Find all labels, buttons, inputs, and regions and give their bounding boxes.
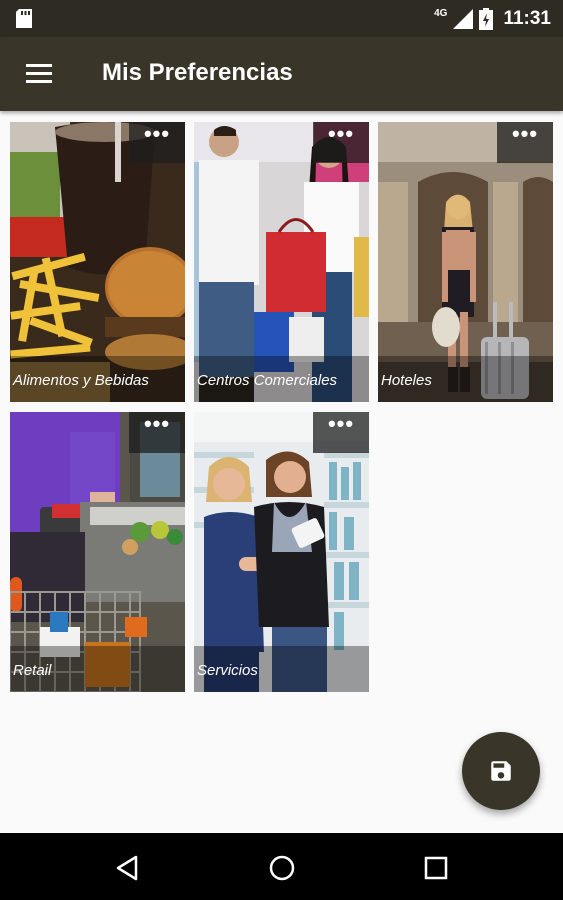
tile-label: Alimentos y Bebidas — [13, 372, 149, 389]
more-options-button[interactable]: ••• — [129, 122, 185, 163]
more-options-button[interactable]: ••• — [313, 412, 369, 453]
network-type-label: 4G — [434, 8, 448, 19]
save-button[interactable] — [462, 732, 540, 810]
nav-home-button[interactable] — [267, 853, 297, 883]
tile-label: Centros Comerciales — [197, 372, 338, 389]
category-tile-retail[interactable]: Retail ••• — [10, 412, 185, 692]
system-nav-bar — [0, 833, 563, 900]
save-icon — [491, 761, 511, 781]
more-dots-icon: ••• — [143, 412, 171, 436]
hamburger-menu-icon — [26, 64, 52, 83]
page-title: Mis Preferencias — [102, 59, 293, 86]
tile-label: Retail — [13, 662, 52, 679]
tile-label: Hoteles — [381, 372, 432, 389]
more-options-button[interactable]: ••• — [497, 122, 553, 163]
sd-card-icon — [16, 9, 32, 28]
category-tile-centros-comerciales[interactable]: Centros Comerciales ••• — [194, 122, 369, 402]
nav-recents-button[interactable] — [421, 853, 451, 883]
tile-label: Servicios — [197, 662, 258, 679]
category-tile-alimentos-y-bebidas[interactable]: Alimentos y Bebidas ••• — [10, 122, 185, 402]
nav-back-button[interactable] — [112, 853, 142, 883]
more-options-button[interactable]: ••• — [313, 122, 369, 163]
more-options-button[interactable]: ••• — [129, 412, 185, 453]
signal-icon — [453, 8, 474, 29]
category-tile-hoteles[interactable]: Hoteles ••• — [378, 122, 553, 402]
battery-icon — [479, 7, 494, 30]
menu-button[interactable] — [22, 59, 56, 89]
status-bar: 4G 11:31 — [0, 0, 563, 37]
recents-icon — [424, 856, 448, 880]
more-dots-icon: ••• — [511, 122, 539, 146]
clock: 11:31 — [503, 7, 551, 29]
back-icon — [116, 855, 138, 881]
category-tile-servicios[interactable]: Servicios ••• — [194, 412, 369, 692]
more-dots-icon: ••• — [327, 412, 355, 436]
more-dots-icon: ••• — [143, 122, 171, 146]
app-bar: Mis Preferencias — [0, 37, 563, 111]
home-icon — [269, 855, 295, 881]
more-dots-icon: ••• — [327, 122, 355, 146]
